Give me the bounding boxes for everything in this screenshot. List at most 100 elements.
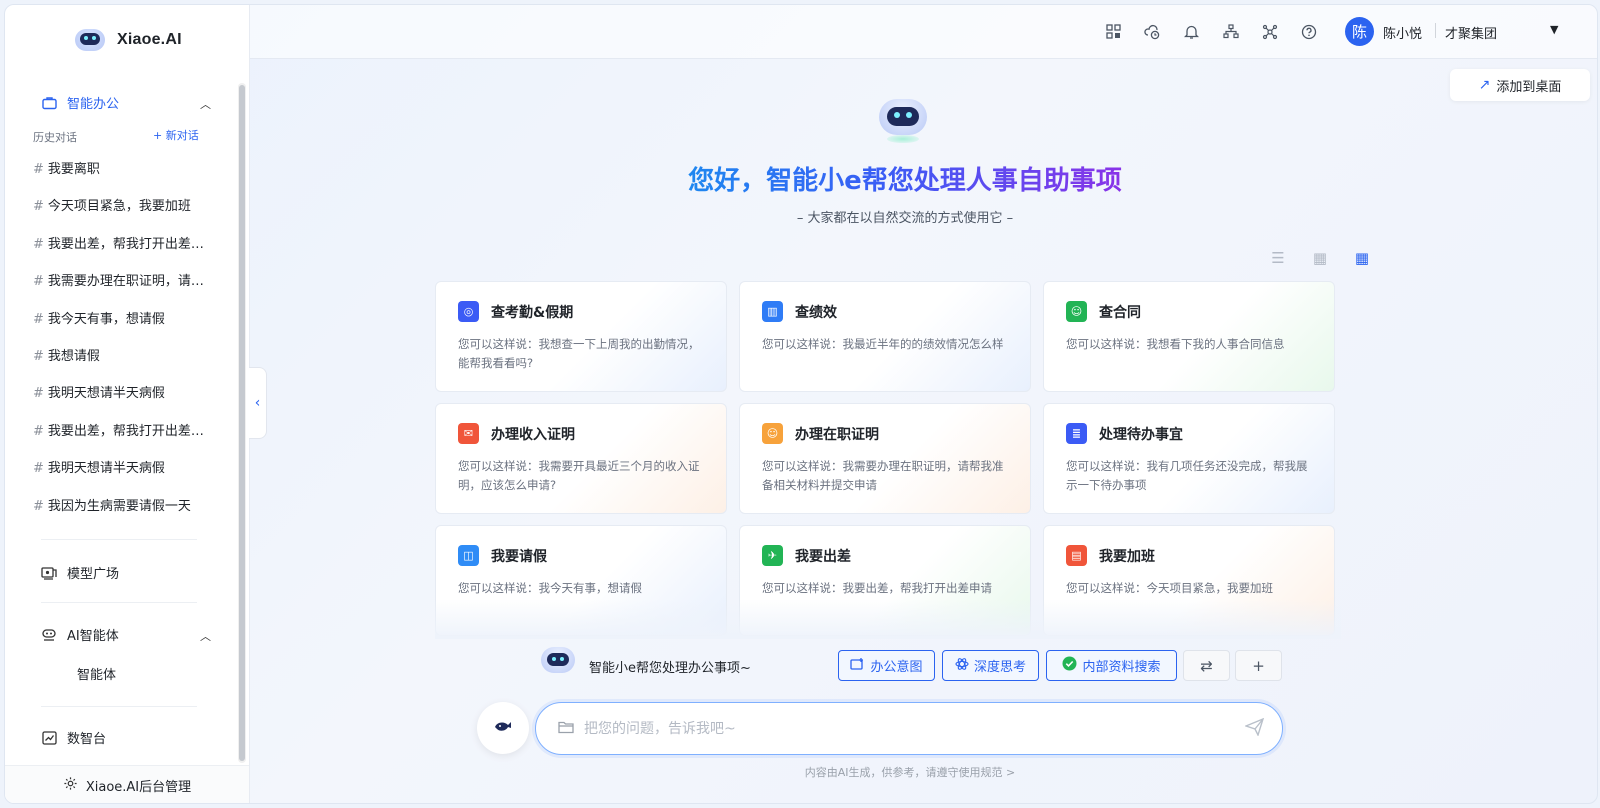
ai-disclaimer[interactable]: 内容由AI生成，供参考，请遵守使用规范 > [705,764,1115,780]
task-card[interactable]: ☺ 查合同 您可以这样说：我想看下我的人事合同信息 [1043,281,1335,392]
deep-thinking-button[interactable]: 深度思考 [942,650,1039,681]
data-platform-label: 数智台 [67,732,107,747]
folder-icon[interactable] [558,720,574,738]
view-toggle: ☰ ▦ ▦ [1269,250,1371,266]
history-item[interactable]: # 我要离职 [33,155,205,192]
plus-icon: + [1252,656,1265,675]
send-icon[interactable] [1243,717,1265,741]
office-intent-button[interactable]: 办公意图 [838,650,935,681]
gear-icon [63,776,78,795]
swap-icon: ⇄ [1200,656,1213,675]
robot-mascot-icon [873,95,933,143]
whale-icon [493,718,513,739]
task-card[interactable]: ☺ 办理在职证明 您可以这样说：我需要办理在职证明，请帮我准备相关材料并提交申请 [739,403,1031,514]
robot-logo-icon [71,25,109,55]
list-view-icon[interactable]: ☰ [1269,250,1287,266]
org-chart-icon[interactable] [1222,23,1239,40]
internal-search-button[interactable]: 内部资料搜索 [1046,650,1177,681]
history-item[interactable]: # 我要出差，帮我打开出差申请 [33,417,205,454]
add-button[interactable]: + [1235,650,1282,681]
admin-button[interactable]: Xiaoe.AI后台管理 [5,765,249,803]
attendance-icon: ◎ [458,301,479,322]
sidebar-item-ai-agent[interactable]: AI智能体 ︿ [41,625,211,644]
add-to-desktop-label: 添加到桌面 [1496,79,1562,95]
brand-name: Xiaoe.AI [117,31,182,48]
history-item[interactable]: # 我因为生病需要请假一天 [33,492,205,529]
history-item[interactable]: # 我要出差，帮我打开出差申请 [33,230,205,267]
grid-view-icon[interactable]: ▦ [1353,250,1371,266]
leave-icon: ◫ [458,545,479,566]
new-chat-button[interactable]: + 新对话 [153,127,199,143]
history-item[interactable]: # 我明天想请半天病假 [33,454,205,491]
page-title: 您好，智能小e帮您处理人事自助事项 [685,160,1125,197]
robot-assistant-icon [538,645,578,681]
intent-icon [850,657,865,675]
two-column-view-icon[interactable]: ▦ [1311,250,1329,266]
app-window: Xiaoe.AI 智能办公 ︿ 历史对话 + 新对话 # 我要离职 # 今天项目紧急… [4,4,1598,804]
org-name[interactable]: 才聚集团 [1445,23,1497,42]
sidebar-item-model-square[interactable]: 模型广场 [41,563,211,582]
model-square-icon [41,565,57,581]
admin-label: Xiaoe.AI后台管理 [85,780,192,795]
history-list: # 我要离职 # 今天项目紧急，我要加班 # 我要出差，帮我打开出差申请 # 我需要办理… [33,155,205,529]
todo-icon: ≣ [1066,423,1087,444]
history-item[interactable]: # 我明天想请半天病假 [33,379,205,416]
arrow-up-right-icon: ↗ [1478,77,1491,93]
chevron-up-icon[interactable]: ︿ [200,628,211,644]
network-icon[interactable] [1261,23,1278,40]
model-square-label: 模型广场 [67,567,120,582]
overtime-icon: ▤ [1066,545,1087,566]
income-proof-icon: ✉ [458,423,479,444]
divider [1435,23,1436,38]
grid-icon[interactable] [1105,23,1122,40]
sidebar-item-agent[interactable]: 智能体 [77,664,116,683]
help-icon[interactable] [1300,23,1317,40]
add-to-desktop-button[interactable]: ↗ 添加到桌面 [1450,69,1590,101]
history-item[interactable]: # 今天项目紧急，我要加班 [33,192,205,229]
divider [41,602,197,603]
divider [41,539,197,540]
chart-icon [41,730,57,746]
business-trip-icon: ✈ [762,545,783,566]
sidebar: Xiaoe.AI 智能办公 ︿ 历史对话 + 新对话 # 我要离职 # 今天项目紧急… [5,5,250,803]
chevron-up-icon[interactable]: ︿ [200,96,211,112]
avatar[interactable]: 陈 [1345,17,1374,46]
chevron-down-icon[interactable]: ▼ [1550,23,1558,36]
user-name[interactable]: 陈小悦 [1383,23,1422,42]
robot-icon [41,627,57,643]
switch-button[interactable]: ⇄ [1183,650,1230,681]
bell-icon[interactable] [1183,23,1200,40]
history-item[interactable]: # 我想请假 [33,342,205,379]
task-card[interactable]: ✉ 办理收入证明 您可以这样说：我需要开具最近三个月的收入证明，应该怎么申请? [435,403,727,514]
assistant-hint: 智能小e帮您处理办公事项~ [589,661,751,676]
task-card[interactable]: ≣ 处理待办事宜 您可以这样说：我有几项任务还没完成，帮我展示一下待办事项 [1043,403,1335,514]
card-fade-overlay [435,599,1341,639]
scrollbar-thumb[interactable] [239,85,245,761]
sidebar-item-smart-office[interactable]: 智能办公 ︿ [41,93,211,112]
divider [41,706,197,707]
cloud-clock-icon[interactable] [1144,23,1161,40]
chat-input-box [535,702,1283,755]
contract-icon: ☺ [1066,301,1087,322]
task-card[interactable]: ▥ 查绩效 您可以这样说：我最近半年的的绩效情况怎么样 [739,281,1031,392]
task-card[interactable]: ◎ 查考勤&假期 您可以这样说：我想查一下上周我的出勤情况，能帮我看看吗? [435,281,727,392]
smart-office-label: 智能办公 [67,97,120,112]
chat-input[interactable] [584,715,1224,743]
history-label: 历史对话 [33,131,77,144]
page-subtitle: – 大家都在以自然交流的方式使用它 – [796,211,1014,226]
collapse-sidebar-button[interactable]: ‹ [249,367,267,439]
employment-proof-icon: ☺ [762,423,783,444]
check-circle-icon [1062,656,1077,675]
briefcase-icon [41,95,57,111]
brand[interactable]: Xiaoe.AI [71,25,182,55]
history-item[interactable]: # 我今天有事，想请假 [33,305,205,342]
task-card-grid: ◎ 查考勤&假期 您可以这样说：我想查一下上周我的出勤情况，能帮我看看吗? ▥ 查绩… [435,281,1341,637]
mascot-button[interactable] [477,702,529,754]
atom-icon [955,657,969,675]
performance-icon: ▥ [762,301,783,322]
ai-agent-label: AI智能体 [67,629,119,644]
sidebar-item-data-platform[interactable]: 数智台 [41,728,211,747]
chevron-left-icon: ‹ [254,395,261,411]
top-icon-group [1105,23,1317,40]
history-item[interactable]: #我需要办理在职证明，请帮我准备相关材料 [33,267,205,304]
